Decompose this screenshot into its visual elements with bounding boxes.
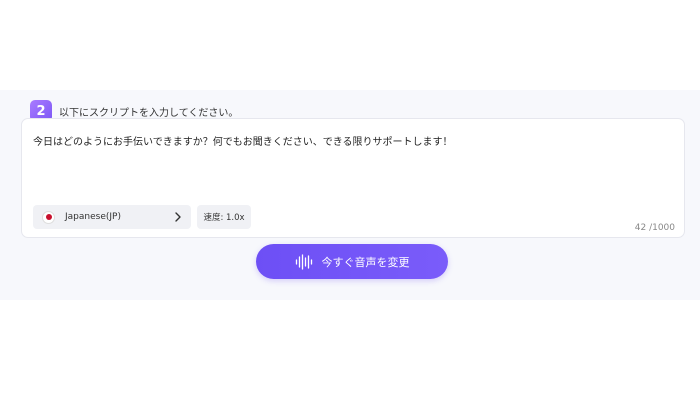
step-instruction: 以下にスクリプトを入力してください。 — [59, 107, 239, 119]
japan-flag-icon — [42, 210, 55, 224]
convert-button-label: 今すぐ音声を変更 — [321, 255, 410, 269]
character-counter: 42 /1000 — [634, 223, 675, 233]
convert-voice-button[interactable]: 今すぐ音声を変更 — [256, 244, 448, 279]
chevron-right-icon — [175, 212, 181, 222]
sound-wave-icon — [295, 253, 312, 270]
language-selector[interactable]: Japanese(JP) — [33, 205, 191, 229]
language-label: Japanese(JP) — [65, 212, 121, 222]
speed-selector[interactable]: 速度: 1.0x — [197, 205, 251, 229]
script-textarea[interactable]: 今日はどのようにお手伝いできますか？何でもお聞きください、できる限りサポートしま… — [33, 133, 453, 148]
script-editor[interactable]: 今日はどのようにお手伝いできますか？何でもお聞きください、できる限りサポートしま… — [21, 118, 685, 238]
